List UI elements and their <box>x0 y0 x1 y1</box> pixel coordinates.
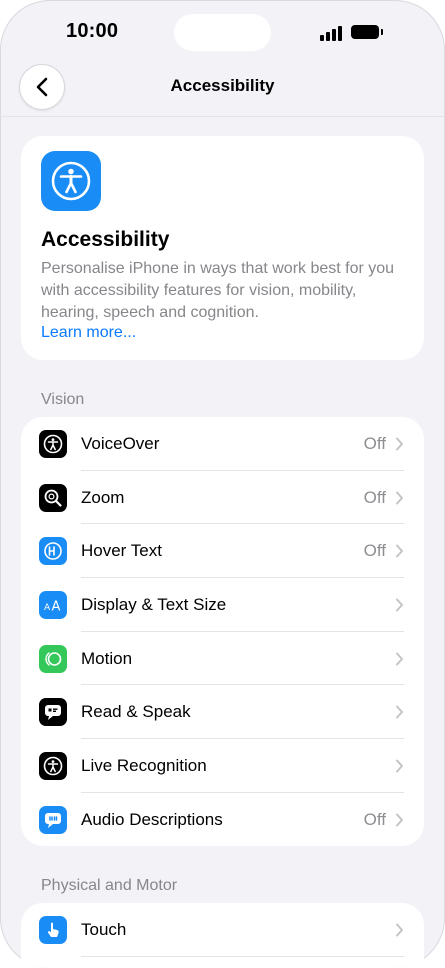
row-separator <box>81 955 404 957</box>
row-label: Live Recognition <box>81 756 207 776</box>
settings-row-hover-text[interactable]: Hover Text Off <box>21 524 424 579</box>
row-value: Off <box>363 487 386 507</box>
chevron-right-icon <box>396 705 403 719</box>
section-header-physical-motor: Physical and Motor <box>41 877 178 894</box>
physical-motor-settings-group: Touch <box>21 903 424 968</box>
row-label: Touch <box>81 920 127 939</box>
row-label: Zoom <box>81 487 125 507</box>
row-label: Read & Speak <box>81 702 191 722</box>
settings-row-audio-descriptions[interactable]: Audio Descriptions Off <box>21 793 424 846</box>
battery-icon <box>351 25 379 39</box>
row-label: Motion <box>81 648 133 668</box>
cellular-signal-icon <box>320 25 344 41</box>
voiceover-icon <box>39 430 67 458</box>
settings-row-display-text-size[interactable]: AA Display & Text Size <box>21 578 424 632</box>
status-time: 10:00 <box>66 20 119 42</box>
text-size-icon: AA <box>39 591 67 620</box>
row-value: Off <box>363 434 386 453</box>
chevron-right-icon <box>396 598 403 612</box>
chevron-right-icon <box>396 923 403 937</box>
zoom-icon <box>39 483 67 512</box>
section-header-vision: Vision <box>41 391 85 408</box>
hero-title: Accessibility <box>41 228 170 251</box>
chevron-right-icon <box>396 491 403 505</box>
chevron-right-icon <box>396 437 403 451</box>
touch-icon <box>39 916 67 944</box>
svg-text:A: A <box>44 603 51 613</box>
row-value: Off <box>363 809 386 829</box>
phone-screen: 10:00 Accessibility Accessibility Person… <box>0 0 445 968</box>
motion-icon <box>39 644 67 673</box>
row-value: Off <box>363 541 386 561</box>
chevron-right-icon <box>396 813 403 827</box>
row-label: VoiceOver <box>81 434 160 453</box>
settings-row-motion[interactable]: Motion <box>21 632 424 686</box>
settings-row-read-speak[interactable]: Read & Speak <box>21 685 424 740</box>
hover-text-icon <box>39 537 67 566</box>
dynamic-island <box>174 14 271 51</box>
settings-row-live-recognition[interactable]: Live Recognition <box>21 739 424 793</box>
audio-descriptions-icon <box>39 805 67 834</box>
settings-row-voiceover[interactable]: VoiceOver Off <box>21 417 424 471</box>
battery-tip <box>381 29 383 35</box>
row-label: Audio Descriptions <box>81 809 223 829</box>
page-title: Accessibility <box>170 76 275 95</box>
vision-settings-group: VoiceOver Off Zoom Off Hover Text Off A … <box>21 417 424 846</box>
row-label: Display & Text Size <box>81 595 227 615</box>
status-bar: 10:00 <box>0 0 445 60</box>
row-label: Hover Text <box>81 541 162 561</box>
svg-text:A: A <box>52 600 61 615</box>
hero-description: Personalise iPhone in ways that work bes… <box>41 260 395 321</box>
chevron-right-icon <box>396 759 403 773</box>
learn-more-link[interactable]: Learn more... <box>41 324 136 342</box>
settings-row-zoom[interactable]: Zoom Off <box>21 471 424 525</box>
live-recognition-icon <box>39 752 67 781</box>
read-speak-icon <box>39 698 67 727</box>
chevron-right-icon <box>396 652 403 666</box>
accessibility-hero-card: Accessibility Personalise iPhone in ways… <box>21 136 424 360</box>
accessibility-person-icon <box>41 151 101 211</box>
chevron-right-icon <box>396 544 403 558</box>
settings-row-touch[interactable]: Touch <box>21 903 424 957</box>
navigation-bar: Accessibility <box>0 60 445 117</box>
